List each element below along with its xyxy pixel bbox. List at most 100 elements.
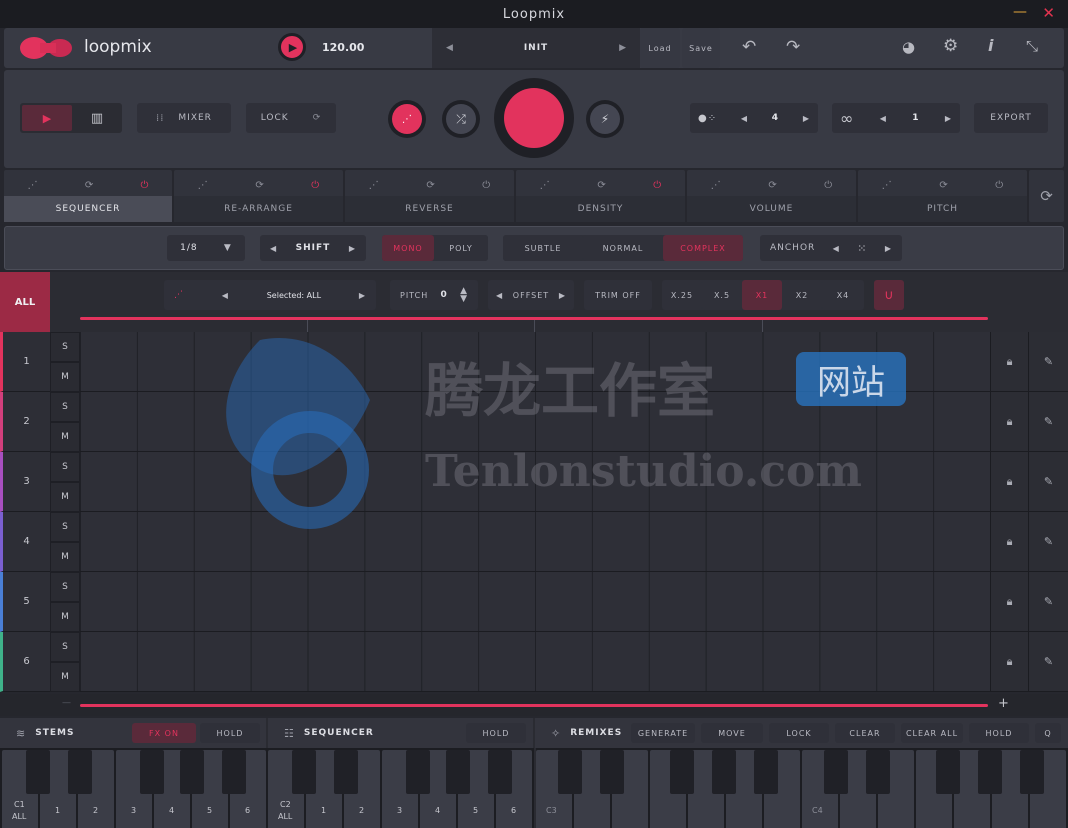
power-icon[interactable]: ⏻ bbox=[482, 180, 490, 191]
tempo-display[interactable]: 120.00 bbox=[322, 41, 364, 54]
complex-button[interactable]: COMPLEX bbox=[663, 235, 743, 261]
step-cells[interactable] bbox=[80, 632, 990, 692]
selection-prev-icon[interactable]: ◀ bbox=[222, 291, 229, 300]
generate-button[interactable]: GENERATE bbox=[631, 723, 695, 743]
anchor-prev-icon[interactable]: ◀ bbox=[833, 244, 840, 253]
selection-next-icon[interactable]: ▶ bbox=[359, 291, 366, 300]
piano-black-key[interactable] bbox=[866, 750, 890, 794]
q-button[interactable]: Q bbox=[1035, 723, 1061, 743]
loop-selector[interactable]: ∞ ◀ 1 ▶ bbox=[832, 103, 960, 133]
export-button[interactable]: EXPORT bbox=[974, 103, 1048, 133]
mute-button[interactable]: M bbox=[50, 542, 80, 572]
mono-button[interactable]: MONO bbox=[382, 235, 434, 261]
mixer-button[interactable]: ⁞⁞ MIXER bbox=[137, 103, 231, 133]
save-button[interactable]: Save bbox=[682, 28, 720, 68]
solo-button[interactable]: S bbox=[50, 452, 80, 482]
solo-button[interactable]: S bbox=[50, 512, 80, 542]
trim-button[interactable]: TRIM OFF bbox=[584, 280, 652, 310]
move-button[interactable]: MOVE bbox=[701, 723, 763, 743]
offset-next-icon[interactable]: ▶ bbox=[559, 291, 566, 300]
eraser-icon[interactable]: ✎ bbox=[1028, 332, 1068, 392]
piano-black-key[interactable] bbox=[180, 750, 204, 794]
lock-icon[interactable]: 🔒︎ bbox=[990, 512, 1028, 572]
lock-icon[interactable]: 🔒︎ bbox=[990, 332, 1028, 392]
piano-view-button[interactable]: ▥ bbox=[74, 105, 120, 131]
tab-pitch[interactable]: ⋰ ⟳ ⏻ PITCH bbox=[858, 170, 1027, 222]
add-step-icon[interactable]: + bbox=[998, 696, 1009, 711]
load-button[interactable]: Load bbox=[640, 28, 680, 68]
sync-icon[interactable]: ⟳ bbox=[768, 180, 776, 191]
tab-volume[interactable]: ⋰ ⟳ ⏻ VOLUME bbox=[687, 170, 856, 222]
loop-next-icon[interactable]: ▶ bbox=[945, 114, 952, 123]
power-icon[interactable]: ⏻ bbox=[653, 180, 661, 191]
randomize-button[interactable]: ⋰ bbox=[388, 100, 426, 138]
offset-control[interactable]: ◀ OFFSET ▶ bbox=[488, 280, 574, 310]
record-button[interactable] bbox=[494, 78, 574, 158]
piano-black-key[interactable] bbox=[446, 750, 470, 794]
dice-icon[interactable]: ⋰ bbox=[882, 180, 892, 191]
fx-on-button[interactable]: FX ON bbox=[132, 723, 196, 743]
stems-hold-button[interactable]: HOLD bbox=[200, 723, 260, 743]
info-icon[interactable]: i bbox=[988, 36, 993, 55]
preset-prev-icon[interactable]: ◀ bbox=[446, 43, 453, 53]
piano-black-key[interactable] bbox=[824, 750, 848, 794]
palette-icon[interactable]: ◕ bbox=[902, 38, 915, 56]
tab-refresh-button[interactable]: ⟳ bbox=[1029, 170, 1064, 222]
resize-icon[interactable]: ⤡ bbox=[1026, 37, 1038, 55]
dice-icon[interactable]: ⋰ bbox=[174, 290, 184, 300]
close-icon[interactable]: ✕ bbox=[1042, 4, 1056, 22]
speed-x05-button[interactable]: X.5 bbox=[702, 280, 742, 310]
preset-selector[interactable]: ◀ INIT ▶ bbox=[432, 28, 640, 68]
mute-button[interactable]: M bbox=[50, 422, 80, 452]
speed-x025-button[interactable]: X.25 bbox=[662, 280, 702, 310]
preset-next-icon[interactable]: ▶ bbox=[619, 43, 626, 53]
mute-button[interactable]: M bbox=[50, 662, 80, 692]
flash-button[interactable]: ⚡ bbox=[586, 100, 624, 138]
tab-density[interactable]: ⋰ ⟳ ⏻ DENSITY bbox=[516, 170, 685, 222]
piano-black-key[interactable] bbox=[754, 750, 778, 794]
piano-black-key[interactable] bbox=[978, 750, 1002, 794]
track-number[interactable]: 6 bbox=[0, 632, 50, 692]
piano-black-key[interactable] bbox=[26, 750, 50, 794]
lock-icon[interactable]: 🔒︎ bbox=[990, 572, 1028, 632]
power-icon[interactable]: ⏻ bbox=[140, 180, 148, 191]
piano-black-key[interactable] bbox=[222, 750, 246, 794]
piano-black-key[interactable] bbox=[712, 750, 736, 794]
shift-prev-icon[interactable]: ◀ bbox=[270, 244, 277, 253]
sync-icon[interactable]: ⟳ bbox=[255, 180, 263, 191]
step-cells[interactable] bbox=[80, 572, 990, 632]
poly-button[interactable]: POLY bbox=[434, 235, 488, 261]
speed-x4-button[interactable]: X4 bbox=[822, 280, 864, 310]
remix-hold-button[interactable]: HOLD bbox=[969, 723, 1029, 743]
piano-black-key[interactable] bbox=[68, 750, 92, 794]
undo-icon[interactable]: ↶ bbox=[742, 37, 756, 57]
dice-icon[interactable]: ⋰ bbox=[28, 180, 38, 191]
count-selector[interactable]: ●⁘ ◀ 4 ▶ bbox=[690, 103, 818, 133]
shift-control[interactable]: ◀ SHIFT ▶ bbox=[260, 235, 366, 261]
offset-prev-icon[interactable]: ◀ bbox=[496, 291, 503, 300]
dice-icon[interactable]: ⋰ bbox=[711, 180, 721, 191]
sync-icon[interactable]: ⟳ bbox=[426, 180, 434, 191]
power-icon[interactable]: ⏻ bbox=[311, 180, 319, 191]
eraser-icon[interactable]: ✎ bbox=[1028, 452, 1068, 512]
dice-icon[interactable]: ⋰ bbox=[540, 180, 550, 191]
lock-icon[interactable]: 🔒︎ bbox=[990, 632, 1028, 692]
horizontal-scrollbar[interactable] bbox=[80, 704, 988, 707]
magnet-button[interactable]: ∪ bbox=[874, 280, 904, 310]
scroll-left-icon[interactable]: — bbox=[62, 698, 71, 708]
track-number[interactable]: 1 bbox=[0, 332, 50, 392]
pitch-control[interactable]: PITCH 0 ▲ ▼ bbox=[390, 280, 478, 310]
mute-button[interactable]: M bbox=[50, 602, 80, 632]
piano-black-key[interactable] bbox=[334, 750, 358, 794]
speed-x2-button[interactable]: X2 bbox=[782, 280, 822, 310]
piano-black-key[interactable] bbox=[600, 750, 624, 794]
eraser-icon[interactable]: ✎ bbox=[1028, 392, 1068, 452]
mute-button[interactable]: M bbox=[50, 482, 80, 512]
all-button[interactable]: ALL bbox=[0, 272, 50, 332]
play-view-button[interactable]: ▶ bbox=[22, 105, 72, 131]
sync-icon[interactable]: ⟳ bbox=[597, 180, 605, 191]
step-cells[interactable] bbox=[80, 452, 990, 512]
eraser-icon[interactable]: ✎ bbox=[1028, 512, 1068, 572]
eraser-icon[interactable]: ✎ bbox=[1028, 572, 1068, 632]
piano-black-key[interactable] bbox=[488, 750, 512, 794]
